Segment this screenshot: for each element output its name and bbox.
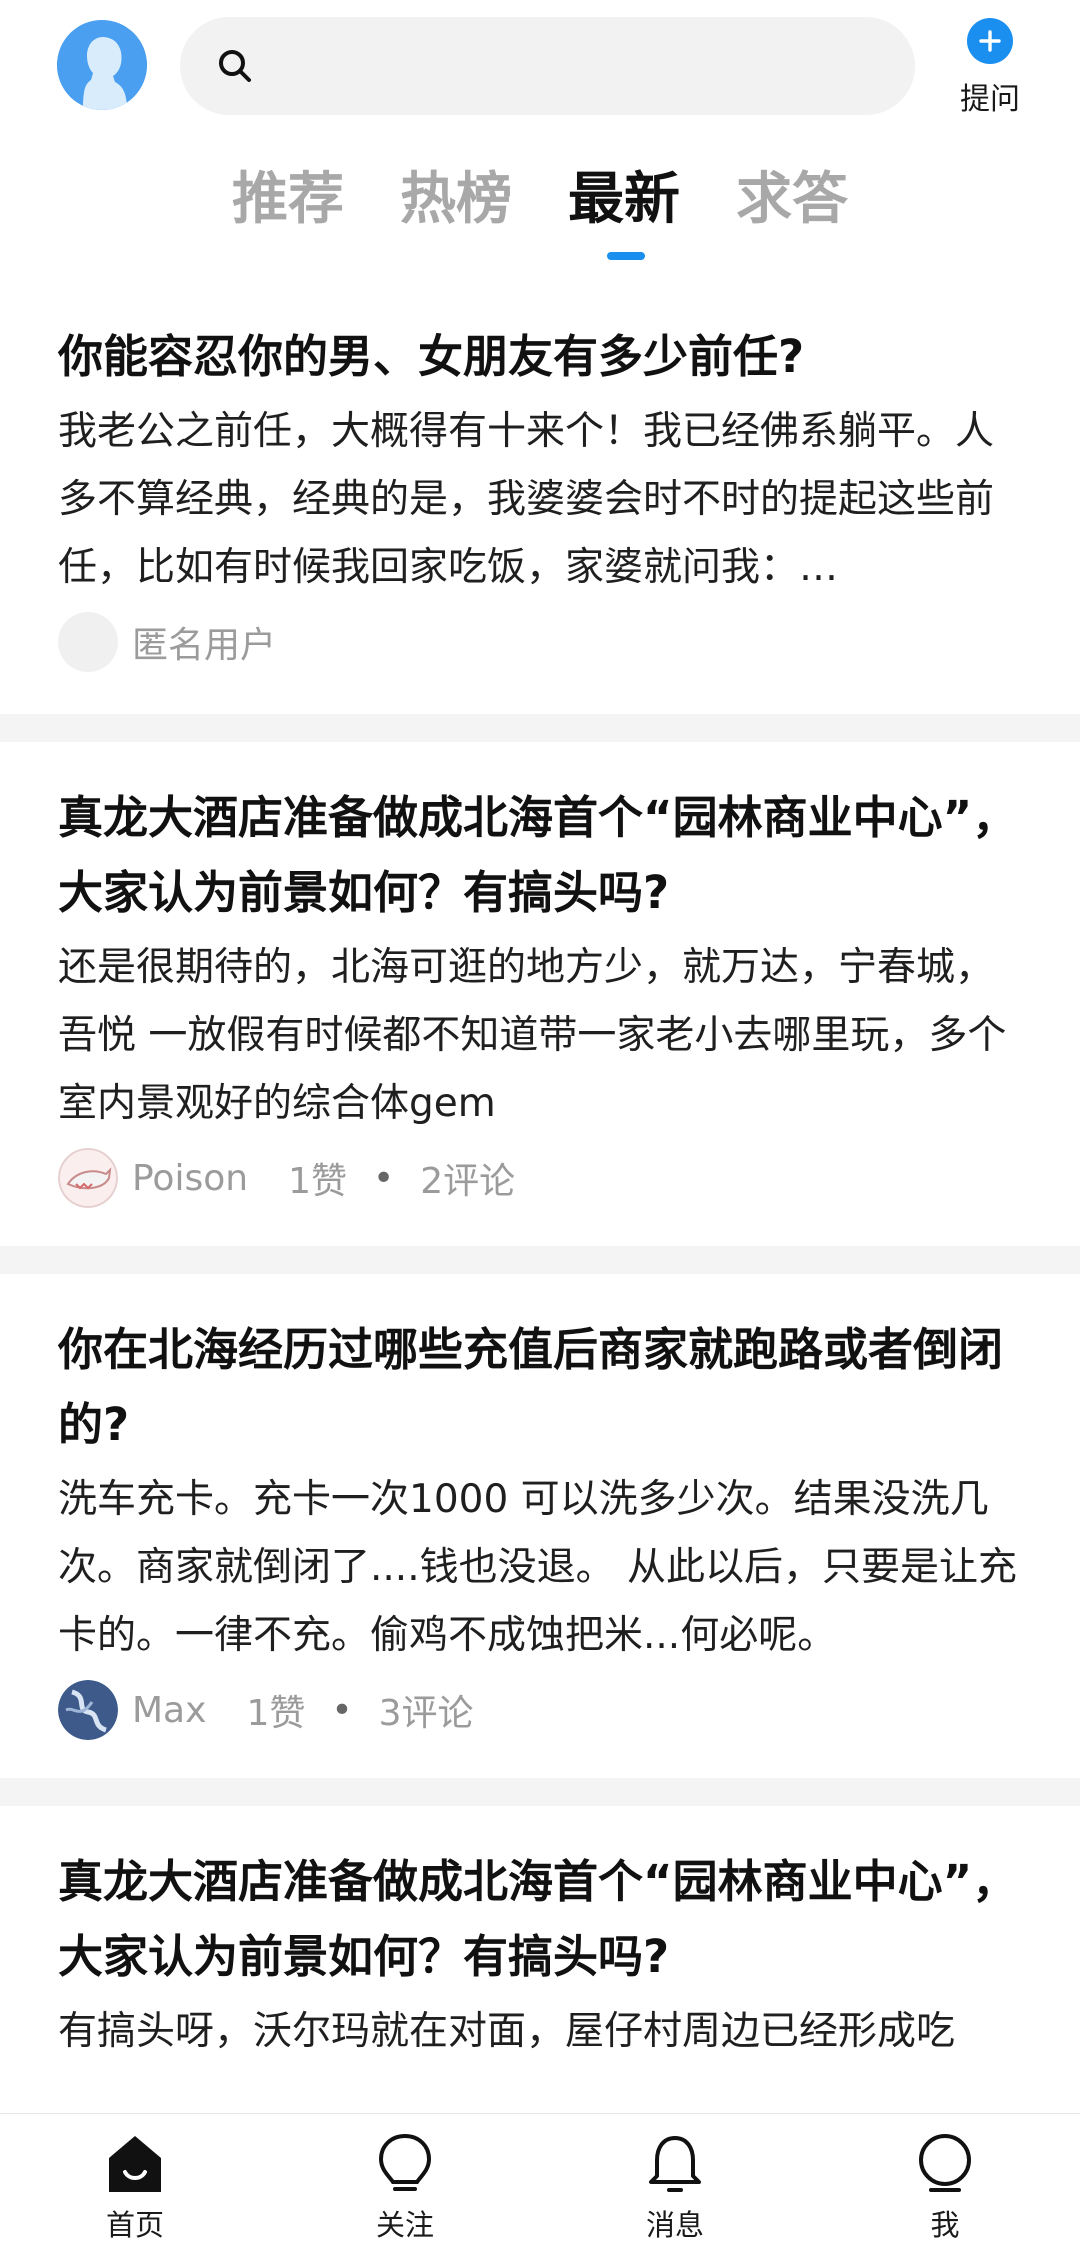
author-name[interactable]: 匿名用户 [132, 616, 276, 668]
author-name[interactable]: Max [132, 1690, 206, 1731]
card-divider [0, 1778, 1080, 1806]
bell-icon [649, 2136, 701, 2192]
profile-icon [919, 2134, 971, 2192]
like-count: 1赞 [246, 1693, 306, 1734]
question-feed: 你能容忍你的男、女朋友有多少前任? 我老公之前任，大概得有十来个！我已经佛系躺平… [0, 290, 1080, 2066]
search-bar[interactable] [180, 17, 915, 115]
bottom-navigation: 首页 关注 消息 我 [0, 2113, 1080, 2248]
top-bar: 提问 [0, 0, 1080, 140]
nav-follow-label: 关注 [375, 2208, 434, 2242]
answer-meta: Max 1赞 • 3评论 [58, 1678, 1022, 1742]
abstract-avatar-icon[interactable] [58, 1680, 118, 1740]
author-name[interactable]: Poison [132, 1158, 248, 1199]
plus-icon [967, 18, 1013, 64]
ask-question-button[interactable]: 提问 [955, 18, 1025, 118]
answer-excerpt[interactable]: 还是很期待的，北海可逛的地方少，就万达，宁春城，吾悦 一放假有时候都不知道带一家… [58, 934, 1022, 1138]
nav-messages-label: 消息 [645, 2208, 704, 2242]
meta-separator: • [331, 1689, 353, 1731]
question-card[interactable]: 真龙大酒店准备做成北海首个“园林商业中心”，大家认为前景如何？有搞头吗? 有搞头… [0, 1806, 1080, 2066]
nav-me-label: 我 [930, 2208, 960, 2242]
card-divider [0, 1246, 1080, 1274]
tab-seek-answers[interactable]: 求答 [736, 160, 848, 240]
user-avatar[interactable] [57, 20, 147, 110]
question-card[interactable]: 你在北海经历过哪些充值后商家就跑路或者倒闭的? 洗车充卡。充卡一次1000 可以… [0, 1274, 1080, 1778]
answer-excerpt[interactable]: 洗车充卡。充卡一次1000 可以洗多少次。结果没洗几次。商家就倒闭了....钱也… [58, 1466, 1022, 1670]
nav-home-label: 首页 [105, 2208, 164, 2242]
question-title[interactable]: 你在北海经历过哪些充值后商家就跑路或者倒闭的? [58, 1312, 1022, 1462]
question-title[interactable]: 你能容忍你的男、女朋友有多少前任? [58, 319, 1022, 394]
tab-hot-list[interactable]: 热榜 [400, 160, 512, 240]
avatar-silhouette-icon [57, 20, 147, 110]
question-title[interactable]: 真龙大酒店准备做成北海首个“园林商业中心”，大家认为前景如何？有搞头吗? [58, 780, 1022, 930]
anonymous-avatar[interactable] [58, 612, 118, 672]
answer-meta: Poison 1赞 • 2评论 [58, 1146, 1022, 1210]
bulb-icon [378, 2133, 432, 2191]
nav-home[interactable]: 首页 [75, 2132, 195, 2244]
active-tab-indicator [607, 252, 645, 260]
home-icon [109, 2136, 161, 2192]
like-count: 1赞 [288, 1161, 347, 1202]
tab-recommend[interactable]: 推荐 [232, 160, 344, 240]
question-card[interactable]: 真龙大酒店准备做成北海首个“园林商业中心”，大家认为前景如何？有搞头吗? 还是很… [0, 742, 1080, 1246]
search-icon [219, 50, 251, 82]
nav-follow[interactable]: 关注 [345, 2132, 465, 2244]
nav-me[interactable]: 我 [885, 2132, 1005, 2244]
answer-meta: 匿名用户 [58, 610, 1022, 674]
comment-count: 2评论 [420, 1161, 516, 1202]
card-divider [0, 714, 1080, 742]
shark-avatar-icon[interactable] [58, 1148, 118, 1208]
question-title[interactable]: 真龙大酒店准备做成北海首个“园林商业中心”，大家认为前景如何？有搞头吗? [58, 1844, 1022, 1994]
tab-latest[interactable]: 最新 [568, 160, 680, 240]
feed-tabs: 推荐 热榜 最新 求答 [0, 160, 1080, 270]
comment-count: 3评论 [378, 1693, 474, 1734]
meta-separator: • [372, 1157, 395, 1199]
nav-messages[interactable]: 消息 [615, 2132, 735, 2244]
answer-excerpt[interactable]: 有搞头呀，沃尔玛就在对面，屋仔村周边已经形成吃 [58, 1998, 1022, 2066]
answer-excerpt[interactable]: 我老公之前任，大概得有十来个！我已经佛系躺平。人多不算经典，经典的是，我婆婆会时… [58, 398, 1022, 602]
ask-question-label: 提问 [960, 82, 1020, 117]
question-card[interactable]: 你能容忍你的男、女朋友有多少前任? 我老公之前任，大概得有十来个！我已经佛系躺平… [0, 290, 1080, 714]
